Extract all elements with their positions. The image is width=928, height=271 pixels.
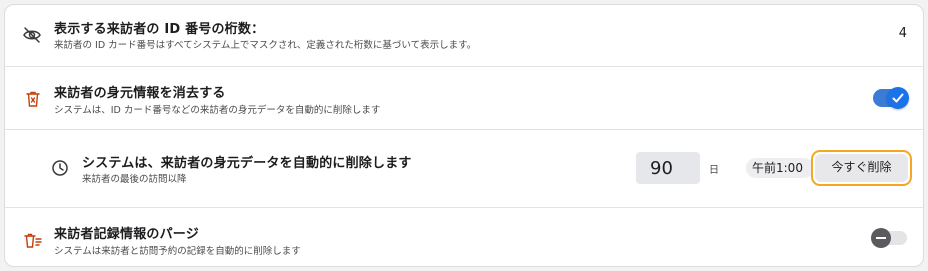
purge-records-description: システムは来訪者と訪問予約の記録を自動的に削除します <box>54 246 301 257</box>
erase-identity-title: 来訪者の身元情報を消去する <box>54 86 226 101</box>
delete-now-label: 今すぐ削除 <box>815 154 908 182</box>
visitor-settings-card: 表示する来訪者の ID 番号の桁数： 来訪者の ID カード番号はすべてシステム… <box>4 4 924 267</box>
auto-delete-title: システムは、来訪者の身元データを自動的に削除します <box>82 156 412 171</box>
purge-records-toggle[interactable] <box>871 228 907 248</box>
minus-icon <box>871 228 891 248</box>
retention-days-input[interactable] <box>636 152 700 184</box>
checkmark-icon <box>887 87 909 109</box>
auto-delete-row: システムは、来訪者の身元データを自動的に削除します 来訪者の最後の訪問以降 日 … <box>5 129 923 208</box>
eye-off-icon <box>22 25 42 45</box>
id-digits-description: 来訪者の ID カード番号はすべてシステム上でマスクされ、定義された桁数に基づい… <box>54 40 477 51</box>
days-unit-label: 日 <box>709 165 719 176</box>
erase-identity-description: システムは、ID カード番号などの来訪者の身元データを自動的に削除します <box>54 105 381 116</box>
id-digits-value[interactable]: 4 <box>899 26 907 41</box>
purge-records-row: 来訪者記録情報のパージ システムは来訪者と訪問予約の記録を自動的に削除します <box>5 207 923 266</box>
id-digits-title: 表示する来訪者の ID 番号の桁数： <box>54 22 265 37</box>
delete-now-button[interactable]: 今すぐ削除 <box>811 150 912 186</box>
trash-x-icon <box>23 89 43 109</box>
auto-delete-description: 来訪者の最後の訪問以降 <box>82 174 187 185</box>
deletion-time-select[interactable]: 午前1:00 <box>746 158 814 178</box>
trash-list-icon <box>23 231 43 251</box>
clock-icon <box>50 158 70 178</box>
purge-records-title: 来訪者記録情報のパージ <box>54 227 199 242</box>
erase-identity-row: 来訪者の身元情報を消去する システムは、ID カード番号などの来訪者の身元データ… <box>5 66 923 130</box>
id-digits-row: 表示する来訪者の ID 番号の桁数： 来訪者の ID カード番号はすべてシステム… <box>5 5 923 67</box>
erase-identity-toggle[interactable] <box>873 87 909 109</box>
